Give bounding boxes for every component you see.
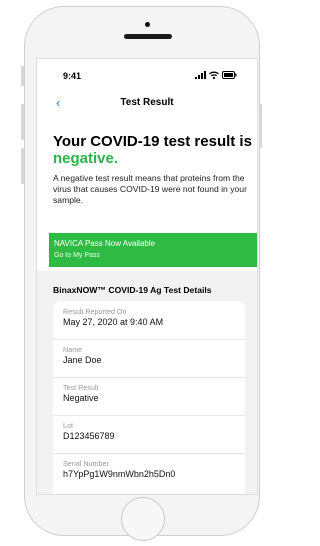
navigation-bar: ‹ Test Result: [37, 93, 257, 115]
page-title: Test Result: [120, 97, 174, 108]
field-lot: Lot D123456789: [53, 415, 245, 454]
signal-icon: [195, 71, 206, 79]
test-details-section: BinaxNOW™ COVID-19 Ag Test Details Resul…: [37, 271, 257, 494]
go-to-pass-link[interactable]: Go to My Pass: [54, 252, 100, 259]
volume-up-button: [21, 104, 24, 140]
status-icons: [195, 71, 237, 79]
field-value: Jane Doe: [63, 355, 102, 365]
test-details-card: Result Reported On May 27, 2020 at 9:40 …: [53, 301, 245, 494]
field-result-reported-on: Result Reported On May 27, 2020 at 9:40 …: [53, 301, 245, 340]
field-label: Test Result: [63, 383, 99, 392]
phone-screen: 9:41 ‹ Test Result Your COVID-19 test re…: [36, 58, 258, 495]
field-serial-number: Serial Number h7YpPg1W9nmWbn2h5Dn0: [53, 453, 245, 491]
earpiece-speaker: [124, 34, 172, 39]
field-test-result: Test Result Negative: [53, 377, 245, 416]
field-label: Serial Number: [63, 459, 109, 468]
field-label: Result Reported On: [63, 307, 127, 316]
field-name: Name Jane Doe: [53, 339, 245, 378]
banner-title: NAVICA Pass Now Available: [54, 239, 156, 248]
battery-icon: [222, 71, 237, 79]
test-details-title: BinaxNOW™ COVID-19 Ag Test Details: [53, 285, 212, 295]
field-value: Negative: [63, 393, 99, 403]
field-value: D123456789: [63, 431, 115, 441]
result-heading: Your COVID-19 test result is negative.: [53, 133, 253, 167]
field-value: h7YpPg1W9nmWbn2h5Dn0: [63, 469, 176, 479]
result-description: A negative test result means that protei…: [53, 173, 247, 205]
field-label: Name: [63, 345, 83, 354]
home-button[interactable]: [121, 497, 165, 541]
front-camera: [145, 22, 150, 27]
power-button: [259, 104, 262, 148]
status-time: 9:41: [63, 71, 82, 81]
result-heading-prefix: Your COVID-19 test result is: [53, 133, 252, 150]
volume-down-button: [21, 148, 24, 184]
wifi-icon: [209, 71, 219, 79]
result-heading-status: negative.: [53, 150, 119, 167]
status-bar: 9:41: [37, 59, 257, 93]
field-value: May 27, 2020 at 9:40 AM: [63, 317, 164, 327]
navica-pass-banner[interactable]: NAVICA Pass Now Available Go to My Pass: [49, 233, 257, 267]
field-label: Lot: [63, 421, 73, 430]
mute-switch: [21, 66, 24, 86]
